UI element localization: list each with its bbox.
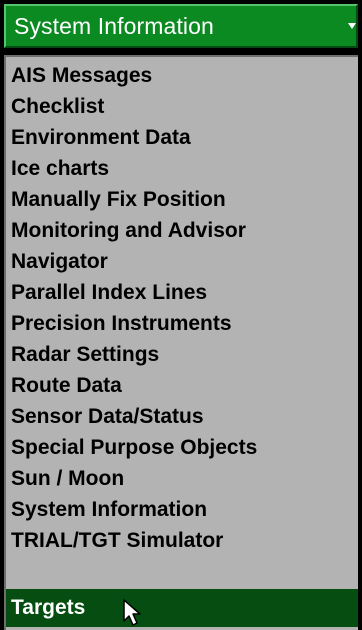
list-item-radar-settings[interactable]: Radar Settings (6, 339, 358, 370)
list-item-route-data[interactable]: Route Data (6, 370, 358, 401)
list-item-ice-charts[interactable]: Ice charts (6, 153, 358, 184)
list-item-navigator[interactable]: Navigator (6, 246, 358, 277)
dropdown-selected-label: System Information (14, 13, 214, 39)
application-list-window: System Information AIS Messages Checklis… (0, 0, 362, 630)
mouse-pointer-icon (123, 599, 141, 626)
list-item-environment-data[interactable]: Environment Data (6, 122, 358, 153)
list-item-monitoring-and-advisor[interactable]: Monitoring and Advisor (6, 215, 358, 246)
list-item-special-purpose-objects[interactable]: Special Purpose Objects (6, 432, 358, 463)
list-item-ais-messages[interactable]: AIS Messages (6, 60, 358, 91)
application-dropdown[interactable]: System Information (4, 4, 358, 48)
list-item-manually-fix-position[interactable]: Manually Fix Position (6, 184, 358, 215)
chevron-down-icon[interactable] (348, 23, 356, 29)
list-item-checklist[interactable]: Checklist (6, 91, 358, 122)
list-item-system-information[interactable]: System Information (6, 494, 358, 525)
list-item-sun-moon[interactable]: Sun / Moon (6, 463, 358, 494)
application-list: AIS Messages Checklist Environment Data … (4, 55, 358, 630)
list-item-targets[interactable]: Targets (6, 589, 358, 627)
list-item-sensor-data-status[interactable]: Sensor Data/Status (6, 401, 358, 432)
list-item-trial-tgt-simulator[interactable]: TRIAL/TGT Simulator (6, 525, 358, 556)
list-item-parallel-index-lines[interactable]: Parallel Index Lines (6, 277, 358, 308)
list-item-precision-instruments[interactable]: Precision Instruments (6, 308, 358, 339)
